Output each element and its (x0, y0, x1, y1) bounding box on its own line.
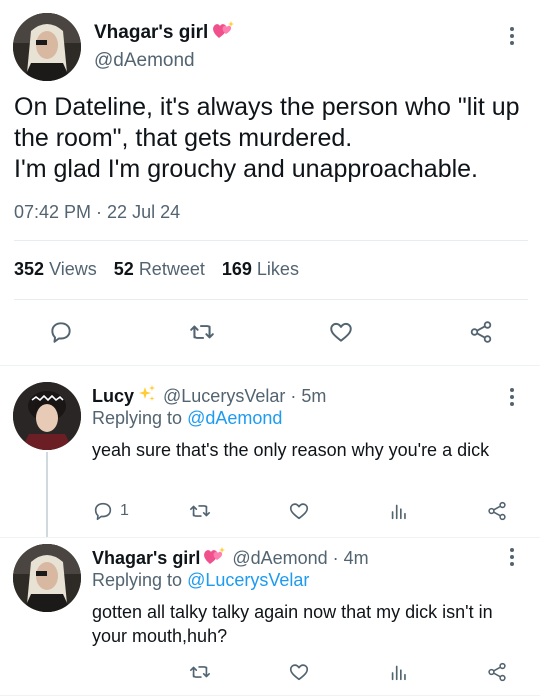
reply-count: 1 (120, 502, 129, 519)
analytics-bars-icon (391, 504, 406, 520)
reply-author-name: Vhagar's girl (92, 548, 201, 568)
tweet-stats: 352 Views 52 Retweet 169 Likes (14, 259, 299, 280)
reply-handle-time: @dAemond · 4m (232, 548, 369, 568)
share-button[interactable] (486, 661, 508, 683)
reply-author-line[interactable]: Vhagar's girl @dAemond · 4m (92, 546, 369, 571)
sparkles-emoji-icon (137, 384, 157, 409)
avatar-image (13, 382, 81, 450)
like-button[interactable] (288, 661, 310, 683)
reply-author-line[interactable]: Lucy @LucerysVelar · 5m (92, 384, 326, 409)
retweet-icon (190, 505, 210, 517)
replying-to-link[interactable]: @LucerysVelar (187, 570, 309, 590)
heart-icon (289, 664, 309, 681)
analytics-bars-icon (391, 665, 406, 681)
reply-handle-time: @LucerysVelar · 5m (163, 386, 327, 406)
sparkling-heart-emoji-icon (211, 20, 235, 46)
replying-to: Replying to @LucerysVelar (92, 570, 310, 590)
share-icon (488, 501, 506, 521)
views-button[interactable] (388, 500, 410, 522)
more-vertical-icon[interactable] (502, 25, 522, 47)
more-vertical-icon[interactable] (502, 546, 522, 568)
reply-author-name: Lucy (92, 386, 135, 406)
comment-bubble-icon (51, 322, 71, 343)
tweet-timestamp[interactable]: 07:42 PM · 22 Jul 24 (14, 202, 180, 223)
reply-divider (0, 695, 540, 696)
retweet-icon (190, 666, 210, 678)
comment-bubble-icon (94, 502, 112, 521)
avatar-image (13, 544, 81, 612)
replying-to-link[interactable]: @dAemond (187, 408, 282, 428)
views-stat[interactable]: 352 Views (14, 259, 97, 280)
retweet-button[interactable] (188, 319, 216, 345)
reply-text: yeah sure that's the only reason why you… (92, 440, 490, 460)
author-handle[interactable]: @dAemond (94, 50, 195, 72)
divider (14, 299, 528, 300)
divider (14, 240, 528, 241)
reply-action-bar (0, 661, 540, 687)
likes-stat[interactable]: 169 Likes (222, 259, 299, 280)
share-button[interactable] (486, 500, 508, 522)
reply-text: gotten all talky talky again now that my… (92, 602, 493, 646)
avatar[interactable] (13, 544, 81, 612)
heart-icon (330, 322, 352, 342)
author-display-name: Vhagar's girl (94, 22, 209, 43)
tweet-action-bar (0, 316, 540, 348)
reply-divider (0, 537, 540, 538)
avatar[interactable] (13, 13, 81, 81)
retweet-button[interactable] (188, 661, 212, 683)
sparkling-heart-emoji-icon (202, 546, 226, 571)
avatar[interactable] (13, 382, 81, 450)
avatar-image (13, 13, 81, 81)
tweet-text: On Dateline, it's always the person who … (14, 93, 520, 183)
reply-action-bar: 1 (0, 500, 540, 526)
reply-button[interactable] (48, 319, 74, 345)
reply-button[interactable]: 1 (92, 500, 129, 522)
like-button[interactable] (328, 319, 354, 345)
views-button[interactable] (388, 661, 410, 683)
share-icon (470, 321, 492, 343)
author-name[interactable]: Vhagar's girl (94, 20, 235, 46)
retweet-icon (190, 325, 214, 339)
retweets-stat[interactable]: 52 Retweet (114, 259, 205, 280)
share-button[interactable] (468, 319, 494, 345)
retweet-button[interactable] (188, 500, 212, 522)
more-vertical-icon[interactable] (502, 386, 522, 408)
replying-to: Replying to @dAemond (92, 408, 283, 428)
main-tweet: Vhagar's girl @dAemond On Dateline, it's… (0, 0, 540, 366)
share-icon (488, 662, 506, 682)
section-divider (0, 365, 540, 366)
like-button[interactable] (288, 500, 310, 522)
heart-icon (289, 503, 309, 520)
